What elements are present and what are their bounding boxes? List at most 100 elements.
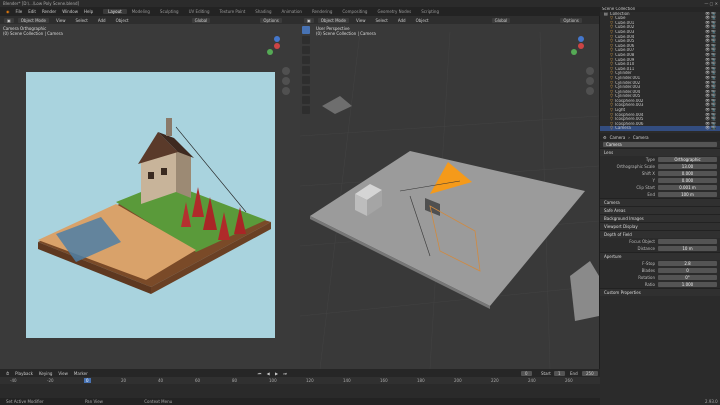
window-title-bar: Blender* [D:\...\Low Poly Scene.blend] —…	[0, 0, 720, 7]
timeline-menu-playback[interactable]: Playback	[15, 371, 33, 376]
timeline-menu-marker[interactable]: Marker	[74, 371, 88, 376]
lens-section-header[interactable]: Lens	[600, 148, 720, 157]
rotation-field[interactable]: 0°	[658, 275, 717, 281]
menu-window[interactable]: Window	[62, 9, 78, 14]
camera-viewport[interactable]: ▣ Object Mode View Select Add Object Glo…	[0, 16, 300, 369]
timeline-tick: 0	[84, 378, 91, 383]
gizmo-y-icon[interactable]	[267, 49, 273, 55]
timeline-tick: 240	[528, 378, 536, 383]
shift-y-field[interactable]: 0.000	[658, 178, 717, 184]
timeline-ruler[interactable]: -40 -20 0 20 40 60 80 100 120 140 160 180 200 220 240 2…	[0, 377, 600, 384]
timeline-tick: 120	[306, 378, 314, 383]
workspace-tabs: Layout Modeling Sculpting UV Editing Tex…	[103, 9, 444, 14]
window-controls[interactable]: — ▢ ✕	[704, 0, 718, 7]
ortho-scale-label: Orthographic Scale	[616, 164, 655, 170]
left-orientation-dropdown[interactable]: Global	[191, 17, 211, 23]
safe-areas-section-header[interactable]: Safe Areas	[600, 206, 720, 215]
left-menu-view[interactable]: View	[53, 18, 69, 23]
tab-geometry-nodes[interactable]: Geometry Nodes	[372, 9, 416, 14]
timeline-tick: 160	[380, 378, 388, 383]
visibility-toggle-icons[interactable]: 👁📷	[705, 126, 720, 131]
camera-datablock[interactable]: Camera	[603, 142, 717, 148]
distance-field[interactable]: 10 m	[658, 246, 717, 252]
viewport-display-section-header[interactable]: Viewport Display	[600, 222, 720, 231]
shift-x-field[interactable]: 0.000	[658, 171, 717, 177]
camera-section-header[interactable]: Camera	[600, 198, 720, 207]
left-viewport-header: ▣ Object Mode View Select Add Object Glo…	[0, 16, 300, 24]
left-options-dropdown[interactable]: Options	[260, 17, 282, 23]
depth-of-field-section-header[interactable]: Depth of Field	[600, 230, 720, 239]
camera-type-dropdown[interactable]: Orthographic	[658, 157, 717, 163]
clip-end-field[interactable]: 100 m	[658, 192, 717, 198]
ratio-field[interactable]: 1.000	[658, 282, 717, 288]
background-images-section-header[interactable]: Background Images	[600, 214, 720, 223]
left-menu-object[interactable]: Object	[113, 18, 132, 23]
blades-field[interactable]: 0	[658, 268, 717, 274]
tab-modeling[interactable]: Modeling	[127, 9, 155, 14]
shift-y-label: Y	[652, 178, 655, 184]
current-frame-field[interactable]: 0	[521, 370, 532, 376]
left-menu-select[interactable]: Select	[72, 18, 90, 23]
tab-layout[interactable]: Layout	[103, 9, 127, 14]
outliner-list[interactable]: ▤ Collection 👁📷 ▽ Cube 👁📷 ▽ Cube.001 👁📷 ▽ Cube.002…	[600, 11, 720, 132]
timeline-tick: 220	[491, 378, 499, 383]
tab-sculpting[interactable]: Sculpting	[155, 9, 184, 14]
timeline-tick: 260	[565, 378, 573, 383]
outliner-row[interactable]: ▽ Camera 👁📷	[600, 126, 720, 132]
aperture-section-header[interactable]: Aperture	[600, 252, 720, 261]
fstop-label: F-Stop	[642, 261, 655, 267]
end-frame-field[interactable]: 250	[582, 370, 598, 376]
focus-object-field[interactable]	[658, 239, 717, 245]
object-icon: ▽	[610, 126, 614, 131]
ortho-scale-field[interactable]: 13.00	[658, 164, 717, 170]
blender-logo-icon[interactable]: ◉	[6, 9, 10, 14]
left-editor-type-icon[interactable]: ▣	[4, 17, 14, 23]
camera-frame	[26, 72, 275, 338]
left-menu-add[interactable]: Add	[95, 18, 109, 23]
clip-start-field[interactable]: 0.001 m	[658, 185, 717, 191]
outliner-row-name: Camera	[615, 126, 631, 131]
start-frame-field[interactable]: 1	[554, 370, 565, 376]
tab-shading[interactable]: Shading	[250, 9, 276, 14]
timeline-tick: 180	[417, 378, 425, 383]
timeline-editor-icon[interactable]: ⏱	[6, 371, 9, 376]
playback-controls[interactable]: ⏮ ◀ ▶ ⏭	[258, 371, 289, 376]
tab-compositing[interactable]: Compositing	[337, 9, 372, 14]
ratio-label: Ratio	[644, 282, 655, 288]
status-hint-pan: Pan View	[84, 399, 103, 404]
tab-uv-editing[interactable]: UV Editing	[184, 9, 215, 14]
tab-texture-paint[interactable]: Texture Paint	[214, 9, 250, 14]
left-view-tools[interactable]	[280, 66, 292, 106]
timeline-header: ⏱ Playback Keying View Marker ⏮ ◀ ▶ ⏭ 0 …	[0, 369, 600, 377]
clip-end-label: End	[647, 192, 655, 198]
breadcrumb-camera-data: Camera	[632, 134, 649, 140]
rotation-label: Rotation	[638, 275, 655, 281]
distance-label: Distance	[637, 246, 656, 252]
menu-render[interactable]: Render	[42, 9, 56, 14]
end-frame-label: End	[570, 370, 578, 376]
custom-properties-section-header[interactable]: Custom Properties	[600, 288, 720, 297]
tab-rendering[interactable]: Rendering	[307, 9, 337, 14]
menu-edit[interactable]: Edit	[28, 9, 36, 14]
timeline-tick: -40	[10, 378, 17, 383]
object-data-tab-icon[interactable]: ⚙	[603, 135, 607, 140]
timeline-tick: -20	[47, 378, 54, 383]
gizmo-x-icon[interactable]	[274, 43, 280, 49]
properties-tabs: ⚙ Camera › Camera	[600, 133, 720, 142]
status-hint-modifier: Set Active Modifier	[6, 399, 44, 404]
gizmo-z-icon[interactable]	[274, 36, 280, 42]
perspective-viewport[interactable]: ▣ Object Mode View Select Add Object Glo…	[300, 16, 599, 369]
menu-help[interactable]: Help	[84, 9, 93, 14]
status-hint-context: Context Menu	[144, 399, 173, 404]
menu-file[interactable]: File	[16, 9, 23, 14]
timeline-tick: 60	[195, 378, 201, 383]
fstop-field[interactable]: 2.8	[658, 261, 717, 267]
collection-icon: ▤	[604, 11, 608, 16]
timeline-tick: 20	[121, 378, 127, 383]
left-mode-dropdown[interactable]: Object Mode	[17, 17, 49, 23]
timeline-menu-keying[interactable]: Keying	[39, 371, 52, 376]
tab-animation[interactable]: Animation	[277, 9, 307, 14]
tab-scripting[interactable]: Scripting	[416, 9, 444, 14]
left-navigation-gizmo[interactable]	[262, 34, 292, 64]
timeline-menu-view[interactable]: View	[58, 371, 68, 376]
